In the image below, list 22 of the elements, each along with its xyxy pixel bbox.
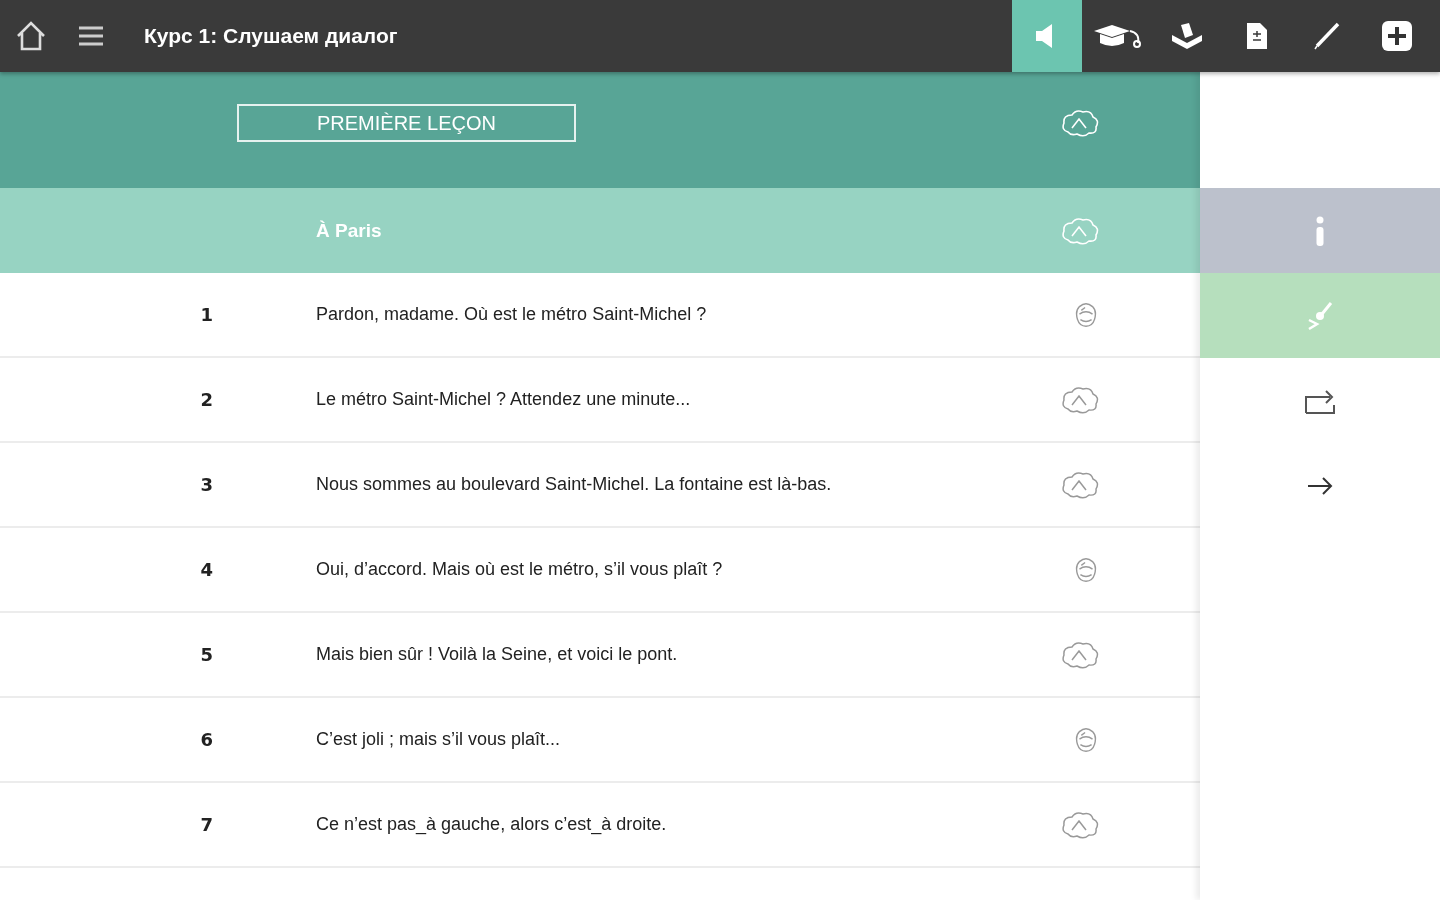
line-number: 5 [200, 644, 213, 665]
dialog-line[interactable]: Le métro Saint-Michel ? Attendez une minute... [316, 389, 691, 410]
window-title: Курс 1: Слушаем диалог [144, 24, 399, 48]
line-number: 4 [200, 559, 213, 580]
dialog-line[interactable]: Pardon, madame. Où est le métro Saint-Michel ? [316, 304, 707, 325]
line-number: 3 [200, 474, 213, 495]
arrow-right-icon [1306, 474, 1334, 497]
dialog-line[interactable]: Ce n’est pas_à gauche, alors c’est_à droite. [316, 814, 667, 835]
dialog-line[interactable]: Oui, d’accord. Mais où est le métro, s’il vous plaît ? [316, 559, 723, 580]
plus-icon [1381, 20, 1413, 52]
menu-icon[interactable] [78, 25, 104, 47]
dialog-line[interactable]: C’est joli ; mais s’il vous plaît... [316, 729, 561, 750]
line-number: 6 [200, 729, 213, 750]
dialog-line[interactable]: Nous sommes au boulevard Saint-Michel. La fontaine est là-bas. [316, 474, 832, 495]
document-icon [1245, 21, 1269, 51]
section-title: À Paris [316, 219, 382, 242]
dialog-line[interactable]: Mais bien sûr ! Voilà la Seine, et voici le pont. [316, 644, 678, 665]
line-number: 2 [200, 389, 213, 410]
pen-icon [1312, 21, 1342, 51]
info-icon [1314, 214, 1326, 247]
line-number: 1 [200, 304, 213, 325]
line-number: 7 [200, 814, 213, 835]
